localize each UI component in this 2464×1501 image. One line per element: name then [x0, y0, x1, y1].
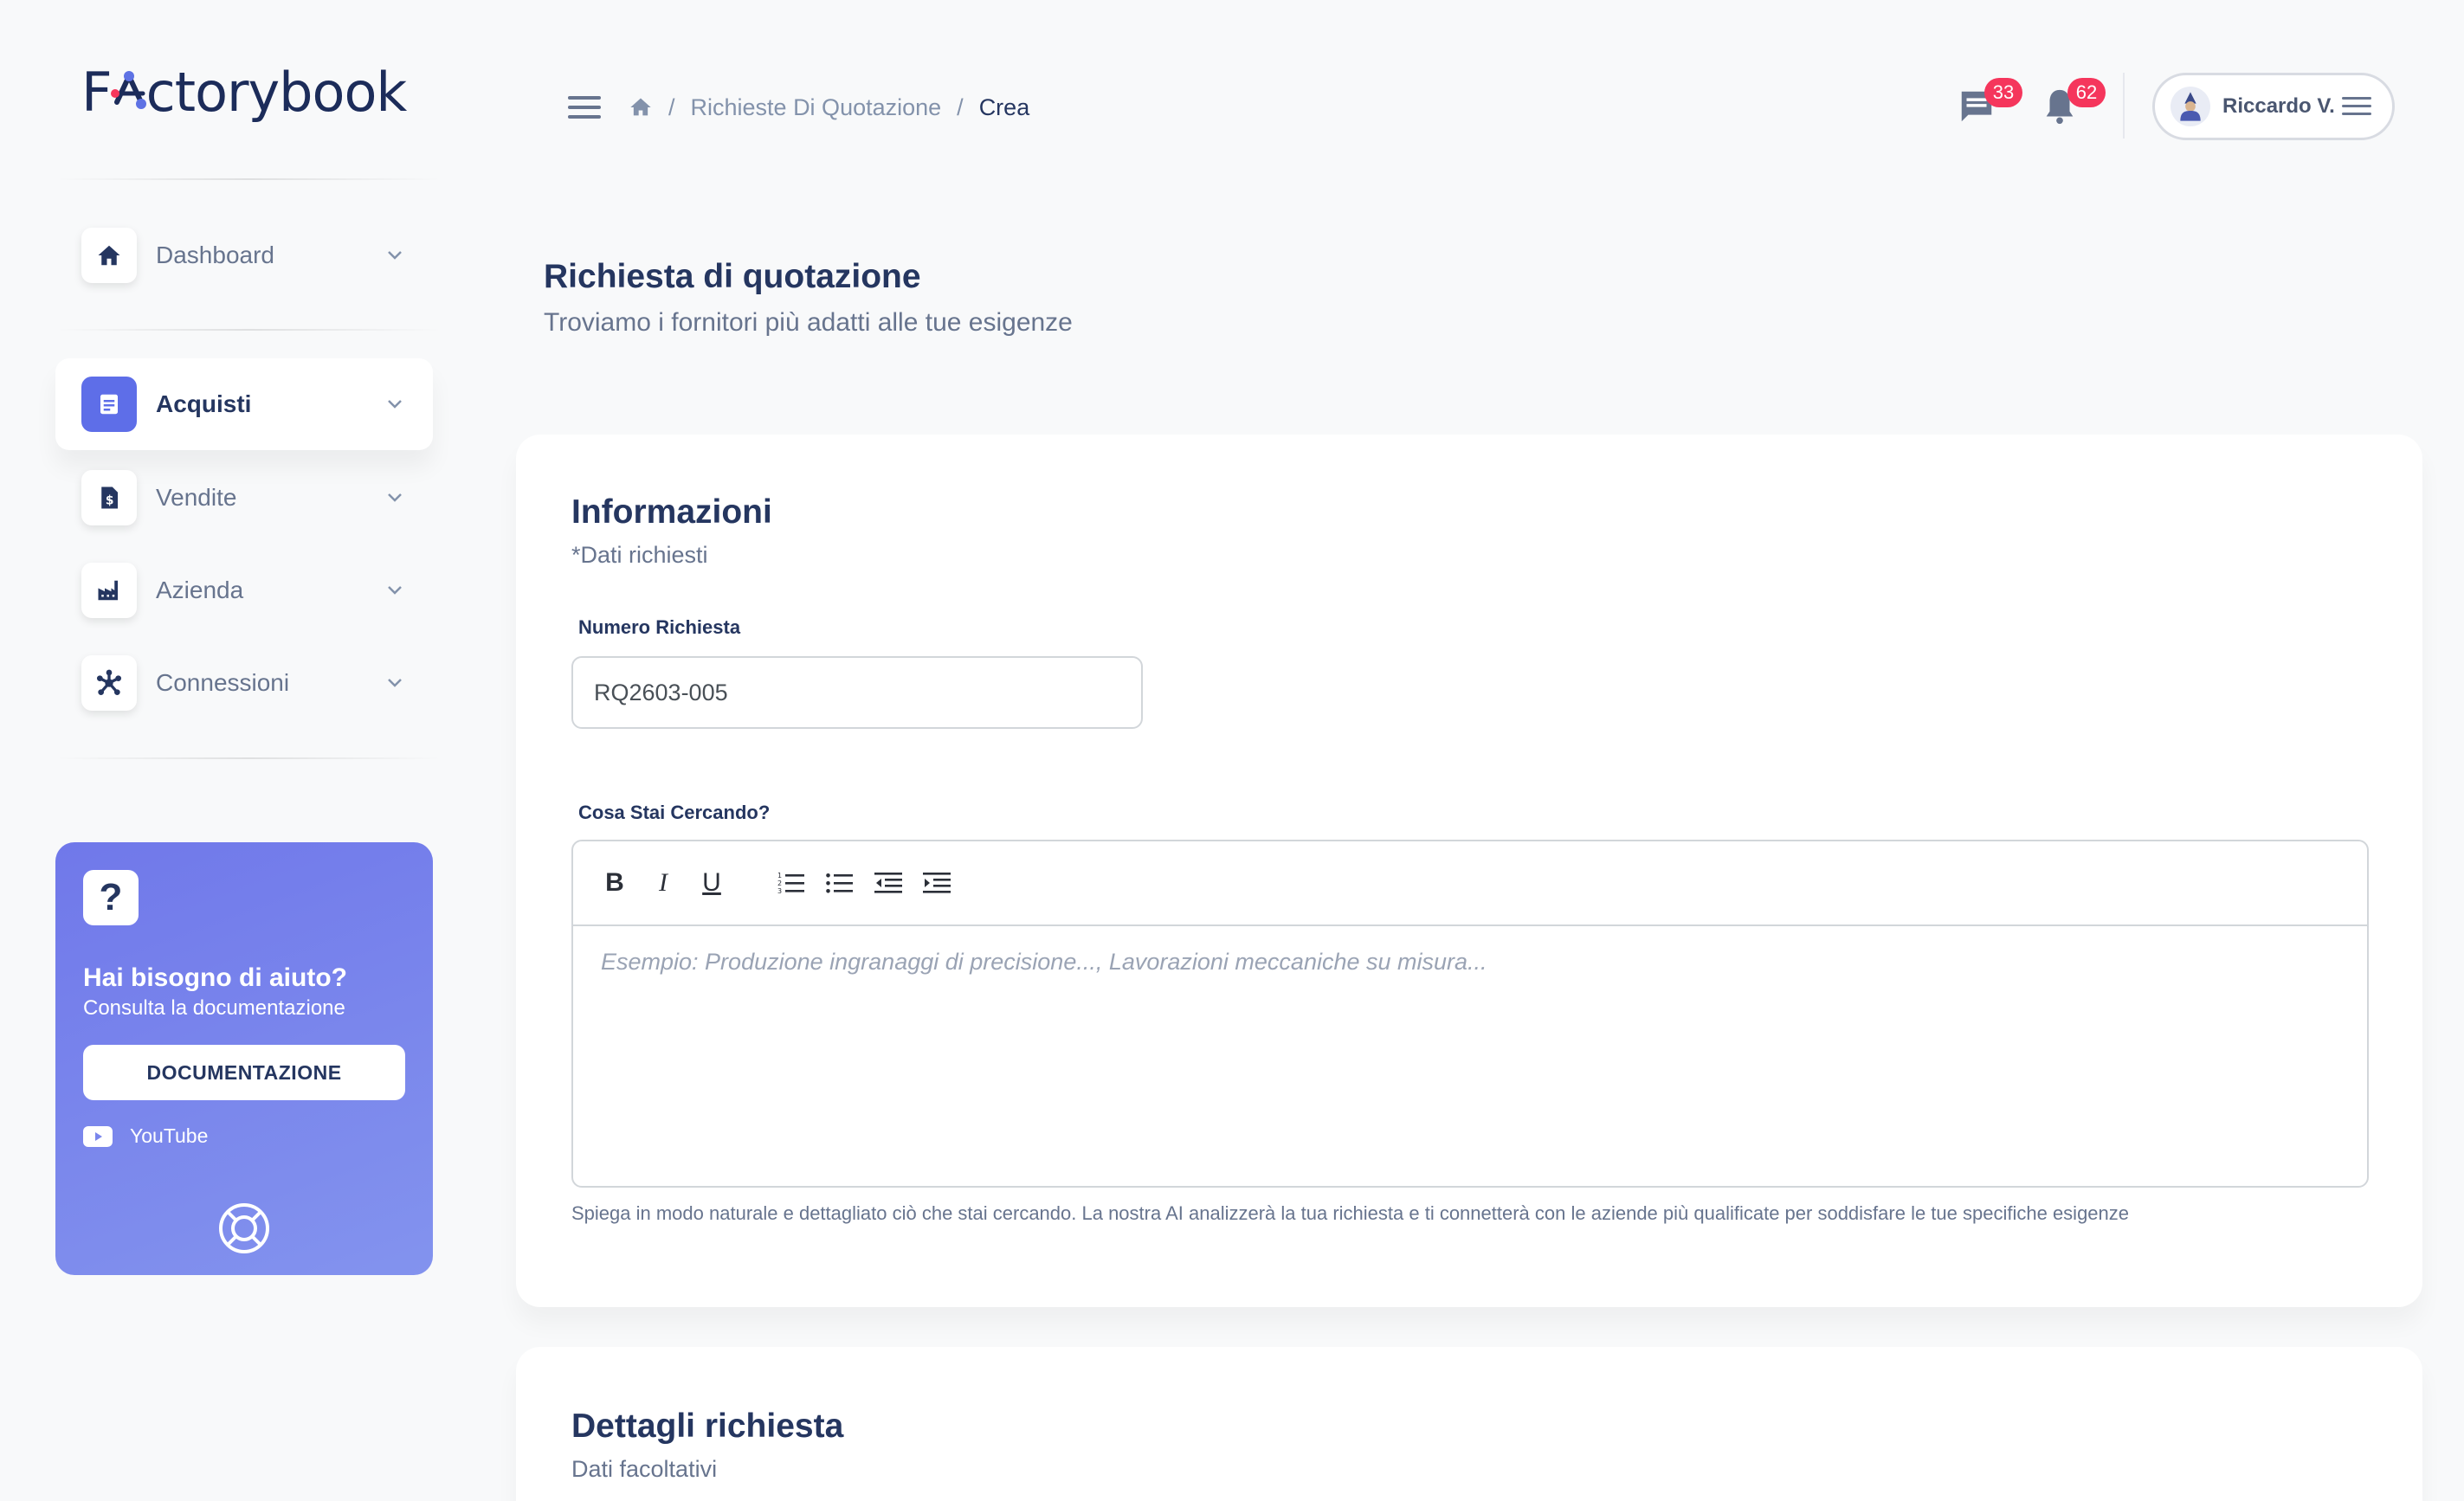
- breadcrumb-current: Crea: [978, 93, 1030, 120]
- home-icon: [81, 228, 137, 283]
- sidebar-item-label: Connessioni: [156, 669, 290, 696]
- sidebar-item-label: Acquisti: [156, 390, 252, 417]
- factory-icon: [81, 563, 137, 618]
- help-subtitle: Consulta la documentazione: [83, 996, 345, 1020]
- home-icon[interactable]: [629, 95, 653, 119]
- youtube-label: YouTube: [130, 1124, 209, 1147]
- user-name: Riccardo V.: [2222, 94, 2335, 118]
- sidebar-item-acquisti[interactable]: Acquisti: [55, 358, 433, 450]
- sidebar-item-azienda[interactable]: Azienda: [55, 544, 433, 636]
- rich-text-editor: B I U 1 2 3 Esempio: Produzione ingranag…: [571, 840, 2369, 1188]
- dettagli-card: Dettagli richiesta Dati facoltativi: [516, 1347, 2422, 1501]
- chevron-down-icon: [377, 666, 412, 700]
- indent-button[interactable]: [919, 866, 954, 900]
- card-subtitle: Dati facoltativi: [571, 1456, 718, 1482]
- messages-badge: 33: [1984, 78, 2022, 107]
- documentazione-button[interactable]: DOCUMENTAZIONE: [83, 1045, 405, 1100]
- youtube-icon: [83, 1125, 113, 1147]
- help-card: ? Hai bisogno di aiuto? Consulta la docu…: [55, 842, 433, 1275]
- sidebar-item-dashboard[interactable]: Dashboard: [55, 209, 433, 301]
- outdent-button[interactable]: [871, 866, 906, 900]
- youtube-link[interactable]: YouTube: [83, 1124, 405, 1148]
- svg-text:3: 3: [777, 887, 782, 895]
- sidebar-item-label: Dashboard: [156, 242, 274, 268]
- ordered-list-button[interactable]: 1 2 3: [774, 866, 809, 900]
- card-title: Informazioni: [571, 493, 772, 531]
- network-icon: [81, 655, 137, 711]
- avatar: [2171, 87, 2210, 126]
- user-menu-button[interactable]: Riccardo V.: [2152, 73, 2395, 140]
- menu-icon: [2342, 97, 2371, 115]
- sidebar-divider: [55, 757, 442, 759]
- bullet-list-icon: [826, 873, 853, 893]
- indent-icon: [923, 873, 951, 893]
- editor-content-area[interactable]: Esempio: Produzione ingranaggi di precis…: [573, 926, 2367, 1186]
- outdent-icon: [874, 873, 902, 893]
- informazioni-card: Informazioni *Dati richiesti Numero Rich…: [516, 435, 2422, 1307]
- ordered-list-icon: 1 2 3: [777, 872, 804, 895]
- help-title: Hai bisogno di aiuto?: [83, 963, 347, 992]
- bold-button[interactable]: B: [597, 866, 632, 900]
- notifications-badge: 62: [2067, 78, 2106, 107]
- numero-richiesta-input[interactable]: [571, 656, 1143, 729]
- breadcrumb-separator: /: [668, 93, 675, 120]
- cosa-stai-cercando-label: Cosa Stai Cercando?: [578, 802, 771, 823]
- svg-text:2: 2: [777, 879, 782, 887]
- sidebar-item-label: Azienda: [156, 577, 244, 603]
- underline-button[interactable]: U: [694, 866, 729, 900]
- breadcrumb: / Richieste Di Quotazione / Crea: [629, 90, 1029, 125]
- logo-text: ctorybook: [145, 61, 408, 124]
- page-title: Richiesta di quotazione: [544, 258, 921, 295]
- chevron-down-icon: [377, 238, 412, 273]
- chevron-down-icon: [377, 573, 412, 608]
- bullet-list-button[interactable]: [822, 866, 857, 900]
- card-title: Dettagli richiesta: [571, 1408, 844, 1445]
- header-divider: [2123, 73, 2125, 139]
- field-help-text: Spiega in modo naturale e dettagliato ci…: [571, 1202, 2130, 1224]
- italic-button[interactable]: I: [646, 866, 681, 900]
- logo-network-icon: [110, 71, 146, 109]
- sidebar-item-label: Vendite: [156, 484, 237, 511]
- sidebar-divider: [55, 329, 442, 331]
- chevron-down-icon: [377, 387, 412, 422]
- factorybook-logo[interactable]: F ctorybook: [81, 61, 408, 125]
- menu-toggle-icon[interactable]: [568, 93, 601, 121]
- lifebuoy-icon[interactable]: [216, 1201, 272, 1256]
- user-avatar-icon: [2180, 92, 2201, 121]
- svg-text:1: 1: [777, 872, 782, 879]
- question-icon: ?: [83, 870, 139, 925]
- page-subtitle: Troviamo i fornitori più adatti alle tue…: [544, 308, 1073, 337]
- svg-text:$: $: [106, 494, 114, 508]
- document-icon: [81, 377, 137, 432]
- numero-richiesta-label: Numero Richiesta: [578, 616, 741, 638]
- logo-letter-f: F: [81, 61, 113, 124]
- breadcrumb-richieste[interactable]: Richieste Di Quotazione: [691, 94, 942, 121]
- chevron-down-icon: [377, 480, 412, 515]
- invoice-icon: $: [81, 470, 137, 525]
- card-subtitle: *Dati richiesti: [571, 542, 708, 568]
- editor-toolbar: B I U 1 2 3: [573, 841, 2367, 926]
- sidebar-item-connessioni[interactable]: Connessioni: [55, 637, 433, 729]
- sidebar-item-vendite[interactable]: $ Vendite: [55, 452, 433, 544]
- sidebar-divider: [55, 178, 442, 180]
- breadcrumb-separator: /: [957, 93, 964, 120]
